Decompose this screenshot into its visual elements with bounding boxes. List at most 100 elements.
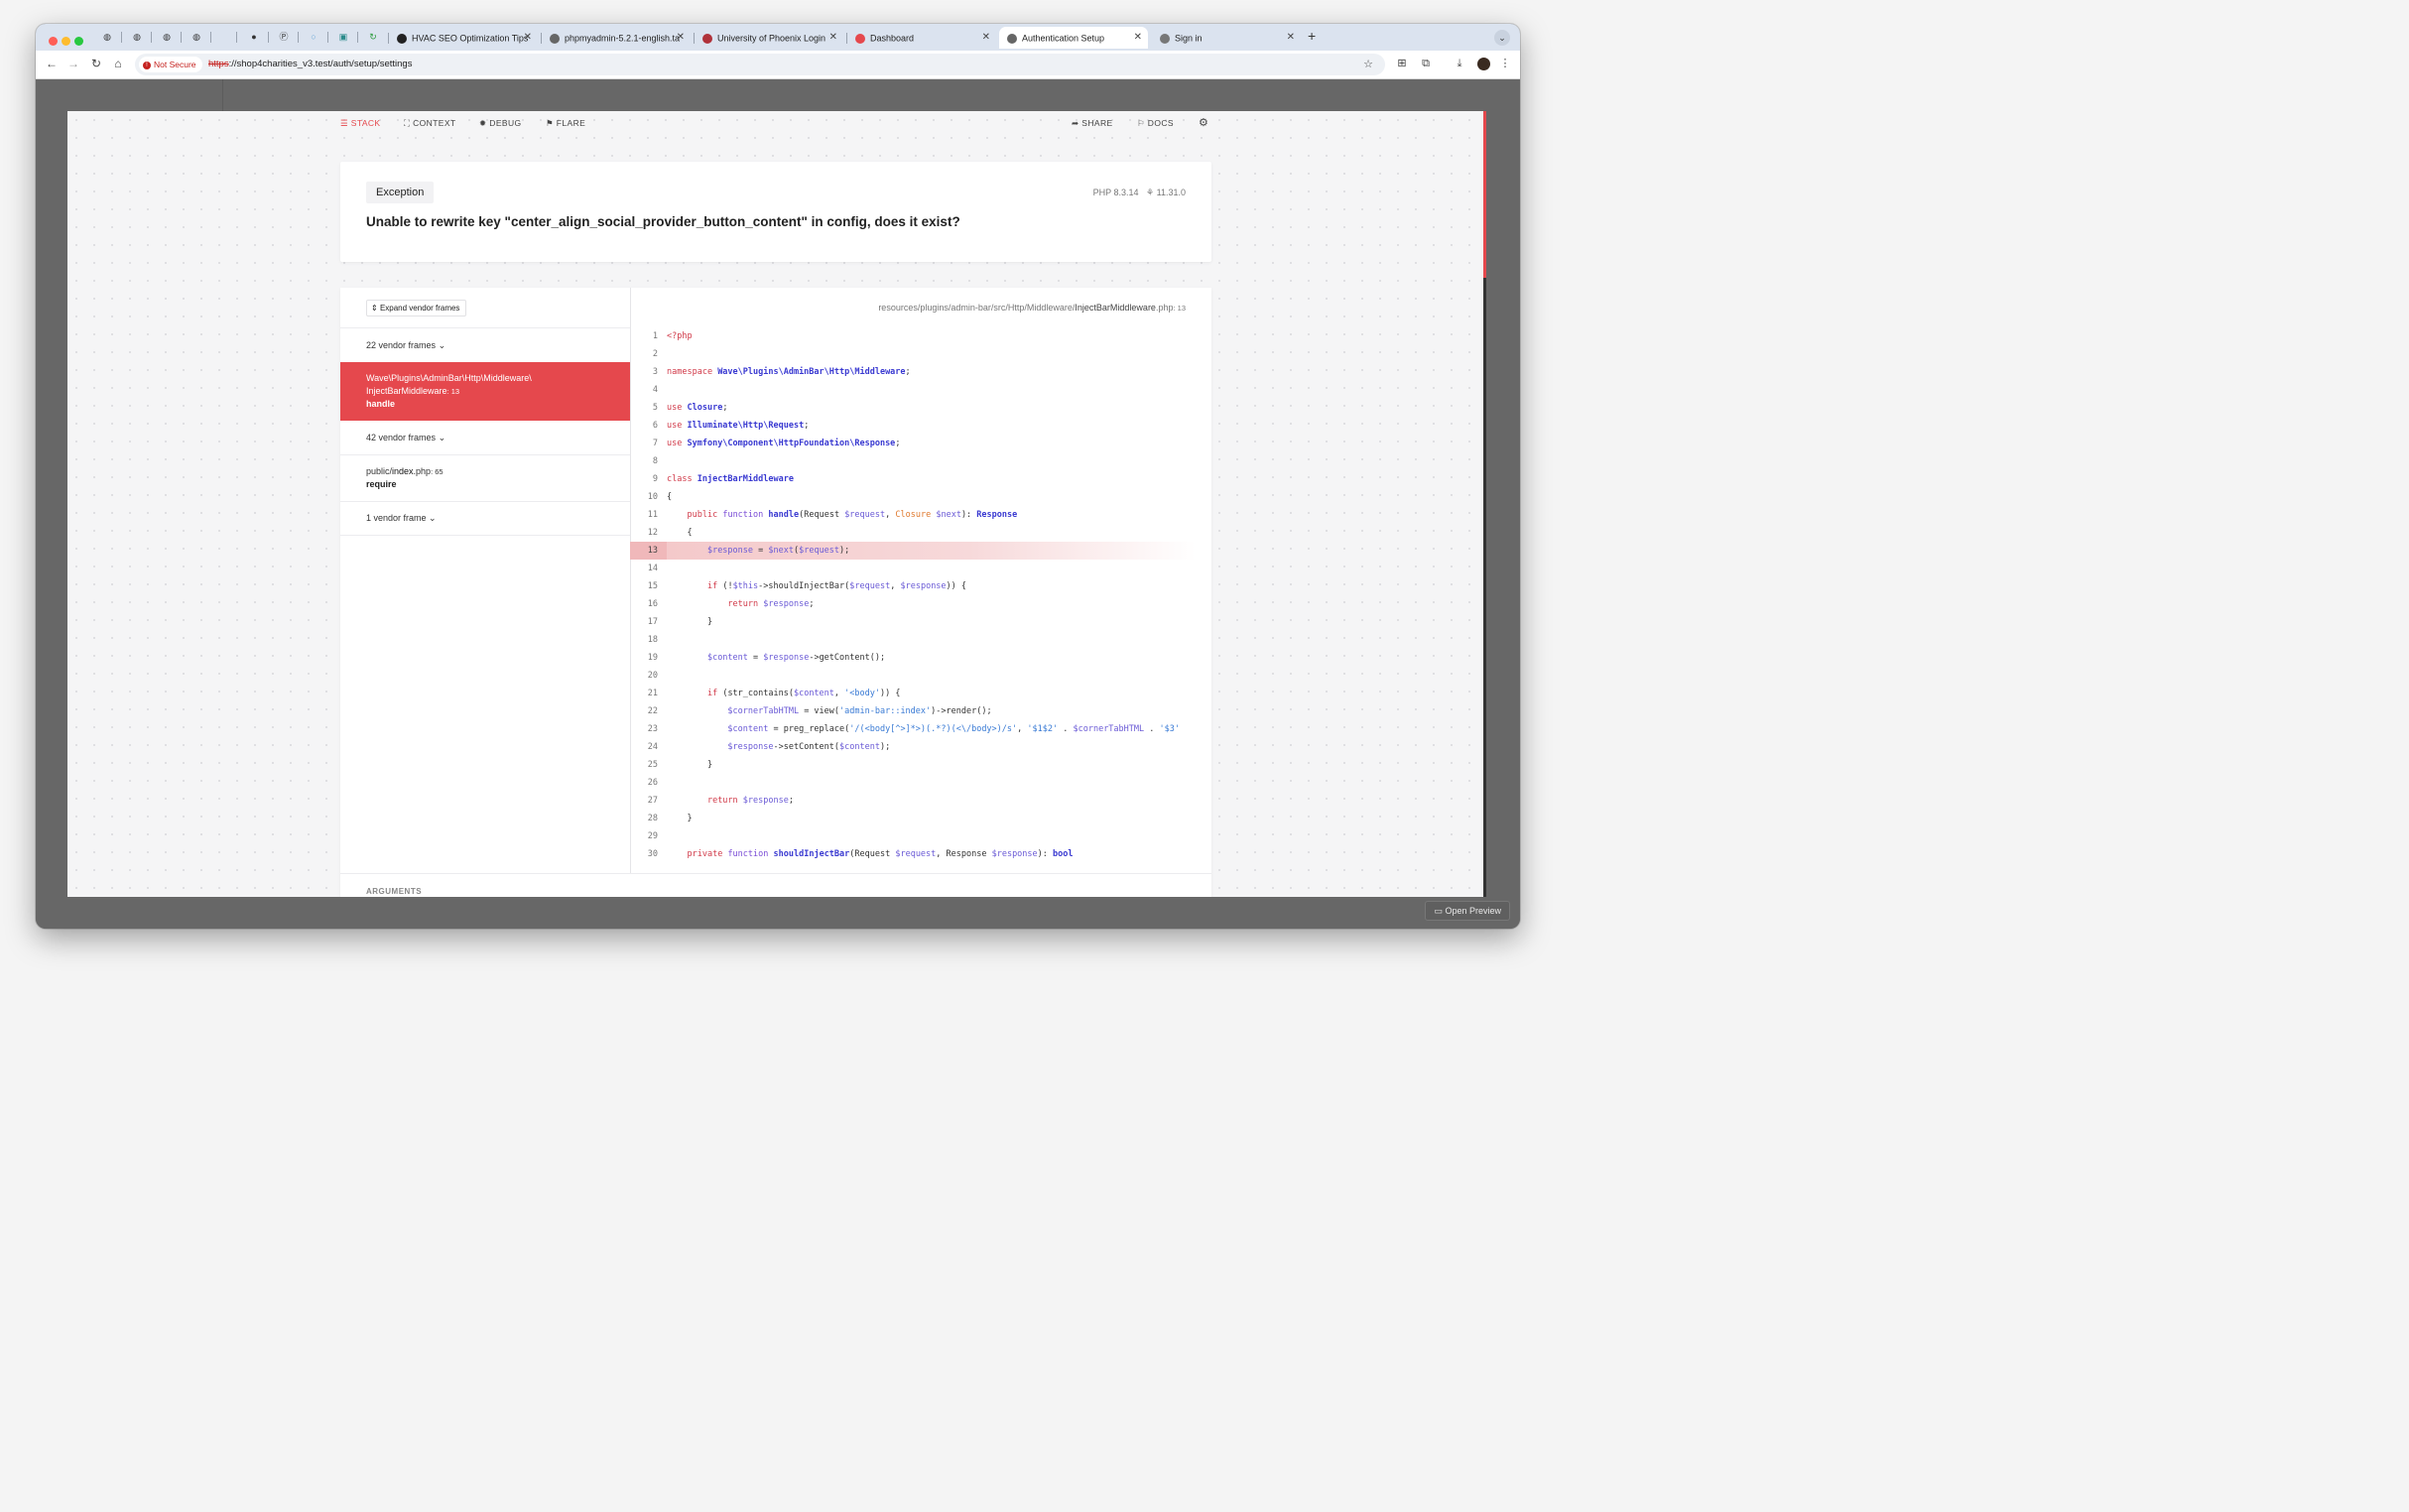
globe-favicon-icon (1007, 33, 1017, 44)
openai-favicon-icon (397, 33, 407, 44)
selected-frame[interactable]: Wave\Plugins\AdminBar\Http\Middleware\ I… (340, 362, 630, 421)
share-button[interactable]: ➦ SHARE (1072, 118, 1113, 129)
tab-divider (151, 32, 152, 43)
code-line: 22 $cornerTabHTML = view('admin-bar::ind… (647, 706, 992, 716)
code-line: 28 } (647, 814, 693, 823)
vendor-frames-group[interactable]: 42 vendor frames ⌄ (340, 421, 630, 455)
extensions-puzzle-icon[interactable]: ⧉ (1419, 57, 1433, 70)
docs-button[interactable]: ⚐ DOCS (1137, 118, 1174, 129)
close-tab-icon[interactable]: ✕ (524, 27, 532, 49)
pinned-tab-globe-icon[interactable]: ◍ (189, 29, 204, 45)
pinned-tab-circle-icon[interactable]: ○ (306, 29, 321, 45)
close-window-icon[interactable] (49, 37, 58, 46)
code-file-path[interactable]: resources/plugins/admin-bar/src/Http/Mid… (878, 303, 1186, 313)
divider (340, 873, 1211, 874)
code-line: 2 (652, 349, 658, 359)
code-line: 5 use Closure; (652, 403, 728, 413)
close-tab-icon[interactable]: ✕ (1134, 27, 1142, 49)
translate-icon[interactable]: ⊞ (1395, 57, 1409, 70)
code-snippet: 1 <?php 2 3 namespace Wave\Plugins\AdminBa… (630, 327, 1211, 873)
browser-window: ◍ ◍ ◍ ◍ ● Ⓟ ○ ▣ ↻ HVAC SEO Optimization … (36, 24, 1520, 929)
tab-sign-in[interactable]: Sign in ✕ (1152, 27, 1301, 49)
code-line: 17 } (647, 617, 713, 627)
ignition-error-panel: ☰ STACK ⛶ CONTEXT ✹ DEBUG ⚑ FLARE ➦ SHAR… (67, 111, 1486, 897)
page-viewport: ☰ STACK ⛶ CONTEXT ✹ DEBUG ⚑ FLARE ➦ SHAR… (36, 79, 1520, 929)
tab-university-phoenix[interactable]: University of Phoenix Login ✕ (695, 27, 843, 49)
code-line: 1 <?php (652, 331, 693, 341)
reload-icon[interactable]: ↻ (88, 57, 104, 70)
back-arrow-icon[interactable]: ← (44, 57, 60, 70)
maximize-window-icon[interactable] (74, 37, 83, 46)
window-controls (49, 33, 87, 51)
pinned-tab-globe-icon[interactable]: ◍ (159, 29, 175, 45)
globe-favicon-icon (550, 33, 560, 44)
not-secure-badge[interactable]: ! Not Secure (139, 57, 202, 72)
tab-divider (298, 32, 299, 43)
warning-icon: ! (143, 61, 151, 69)
address-bar[interactable]: ! Not Secure https://shop4charities_v3.te… (135, 54, 1385, 75)
pinned-tab-refresh-icon[interactable]: ↻ (365, 29, 381, 45)
profile-avatar[interactable] (1477, 58, 1490, 70)
nav-stack[interactable]: ☰ STACK (340, 118, 381, 129)
close-tab-icon[interactable]: ✕ (982, 27, 990, 49)
frame-item[interactable]: public/index.php: 65 require (340, 454, 630, 502)
open-preview-button[interactable]: ▭ Open Preview (1425, 901, 1510, 921)
laravel-favicon-icon (855, 33, 865, 44)
code-line: 15 if (!$this->shouldInjectBar($request,… (647, 581, 967, 591)
url-text[interactable]: https://shop4charities_v3.test/auth/setu… (208, 54, 412, 75)
more-menu-icon[interactable]: ⋮ (1498, 57, 1512, 70)
tab-divider (357, 32, 358, 43)
frame-list: ⇕ Expand vendor frames 22 vendor frames … (340, 288, 631, 873)
download-icon[interactable]: ⤓ (1453, 57, 1466, 70)
tab-divider (268, 32, 269, 43)
nav-flare[interactable]: ⚑ FLARE (546, 118, 585, 129)
nav-debug[interactable]: ✹ DEBUG (479, 118, 522, 129)
tab-hvac-seo[interactable]: HVAC SEO Optimization Tips ✕ (389, 27, 538, 49)
close-tab-icon[interactable]: ✕ (677, 27, 685, 49)
close-tab-icon[interactable]: ✕ (1287, 27, 1295, 49)
pinned-tab-github-icon[interactable]: ● (246, 29, 262, 45)
code-line: 20 (647, 671, 658, 681)
home-icon[interactable]: ⌂ (110, 57, 126, 70)
code-line: 23 $content = preg_replace('/(<body[^>]*… (647, 724, 1180, 734)
code-line: 26 (647, 778, 658, 788)
bookmark-star-icon[interactable]: ☆ (1361, 58, 1375, 71)
tab-phpmyadmin[interactable]: phpmyadmin-5.2.1-english.ta ✕ (542, 27, 691, 49)
code-line: 12 { (647, 528, 693, 538)
settings-gear-icon[interactable]: ⚙ (1199, 116, 1208, 129)
vendor-frames-group[interactable]: 22 vendor frames ⌄ (340, 327, 630, 364)
tab-search-chevron-icon[interactable]: ⌄ (1494, 30, 1510, 46)
code-line: 29 (647, 831, 658, 841)
nav-context[interactable]: ⛶ CONTEXT (404, 118, 456, 129)
minimize-window-icon[interactable] (62, 37, 70, 46)
code-line: 18 (647, 635, 658, 645)
exception-card: Exception PHP 8.3.14 ⚘ 11.31.0 Unable to… (340, 162, 1211, 262)
code-line: 9 class InjectBarMiddleware (652, 474, 794, 484)
vendor-frames-group[interactable]: 1 vendor frame ⌄ (340, 501, 630, 536)
browser-toolbar: ← → ↻ ⌂ ! Not Secure https://shop4chariti… (36, 51, 1520, 79)
code-line: 3 namespace Wave\Plugins\AdminBar\Http\Mi… (652, 367, 911, 377)
code-line: 6 use Illuminate\Http\Request; (652, 421, 810, 431)
pinned-tab-p-icon[interactable]: Ⓟ (276, 29, 292, 45)
code-line: 21 if (str_contains($content, '<body')) … (647, 689, 901, 698)
close-tab-icon[interactable]: ✕ (829, 27, 837, 49)
code-line: 8 (652, 456, 658, 466)
tab-dashboard[interactable]: Dashboard ✕ (847, 27, 996, 49)
stack-trace-card: ⇕ Expand vendor frames 22 vendor frames … (340, 288, 1211, 897)
code-line: 14 (647, 564, 658, 573)
tab-divider (236, 32, 237, 43)
pinned-tab-globe-icon[interactable]: ◍ (99, 29, 115, 45)
pinned-tab-globe-icon[interactable]: ◍ (129, 29, 145, 45)
expand-vendor-frames-button[interactable]: ⇕ Expand vendor frames (366, 300, 467, 316)
scroll-indicator-dark (1483, 278, 1486, 897)
forward-arrow-icon[interactable]: → (65, 57, 81, 70)
chevron-down-icon: ⌄ (438, 433, 446, 442)
tab-authentication-setup[interactable]: Authentication Setup ✕ (999, 27, 1148, 49)
code-line: 4 (652, 385, 658, 395)
code-line: 27 return $response; (647, 796, 794, 806)
new-tab-button[interactable]: + (1308, 28, 1316, 44)
code-line: 24 $response->setContent($content); (647, 742, 891, 752)
tab-divider (327, 32, 328, 43)
code-line: 7 use Symfony\Component\HttpFoundation\Re… (652, 439, 901, 448)
pinned-tab-image-icon[interactable]: ▣ (335, 29, 351, 45)
